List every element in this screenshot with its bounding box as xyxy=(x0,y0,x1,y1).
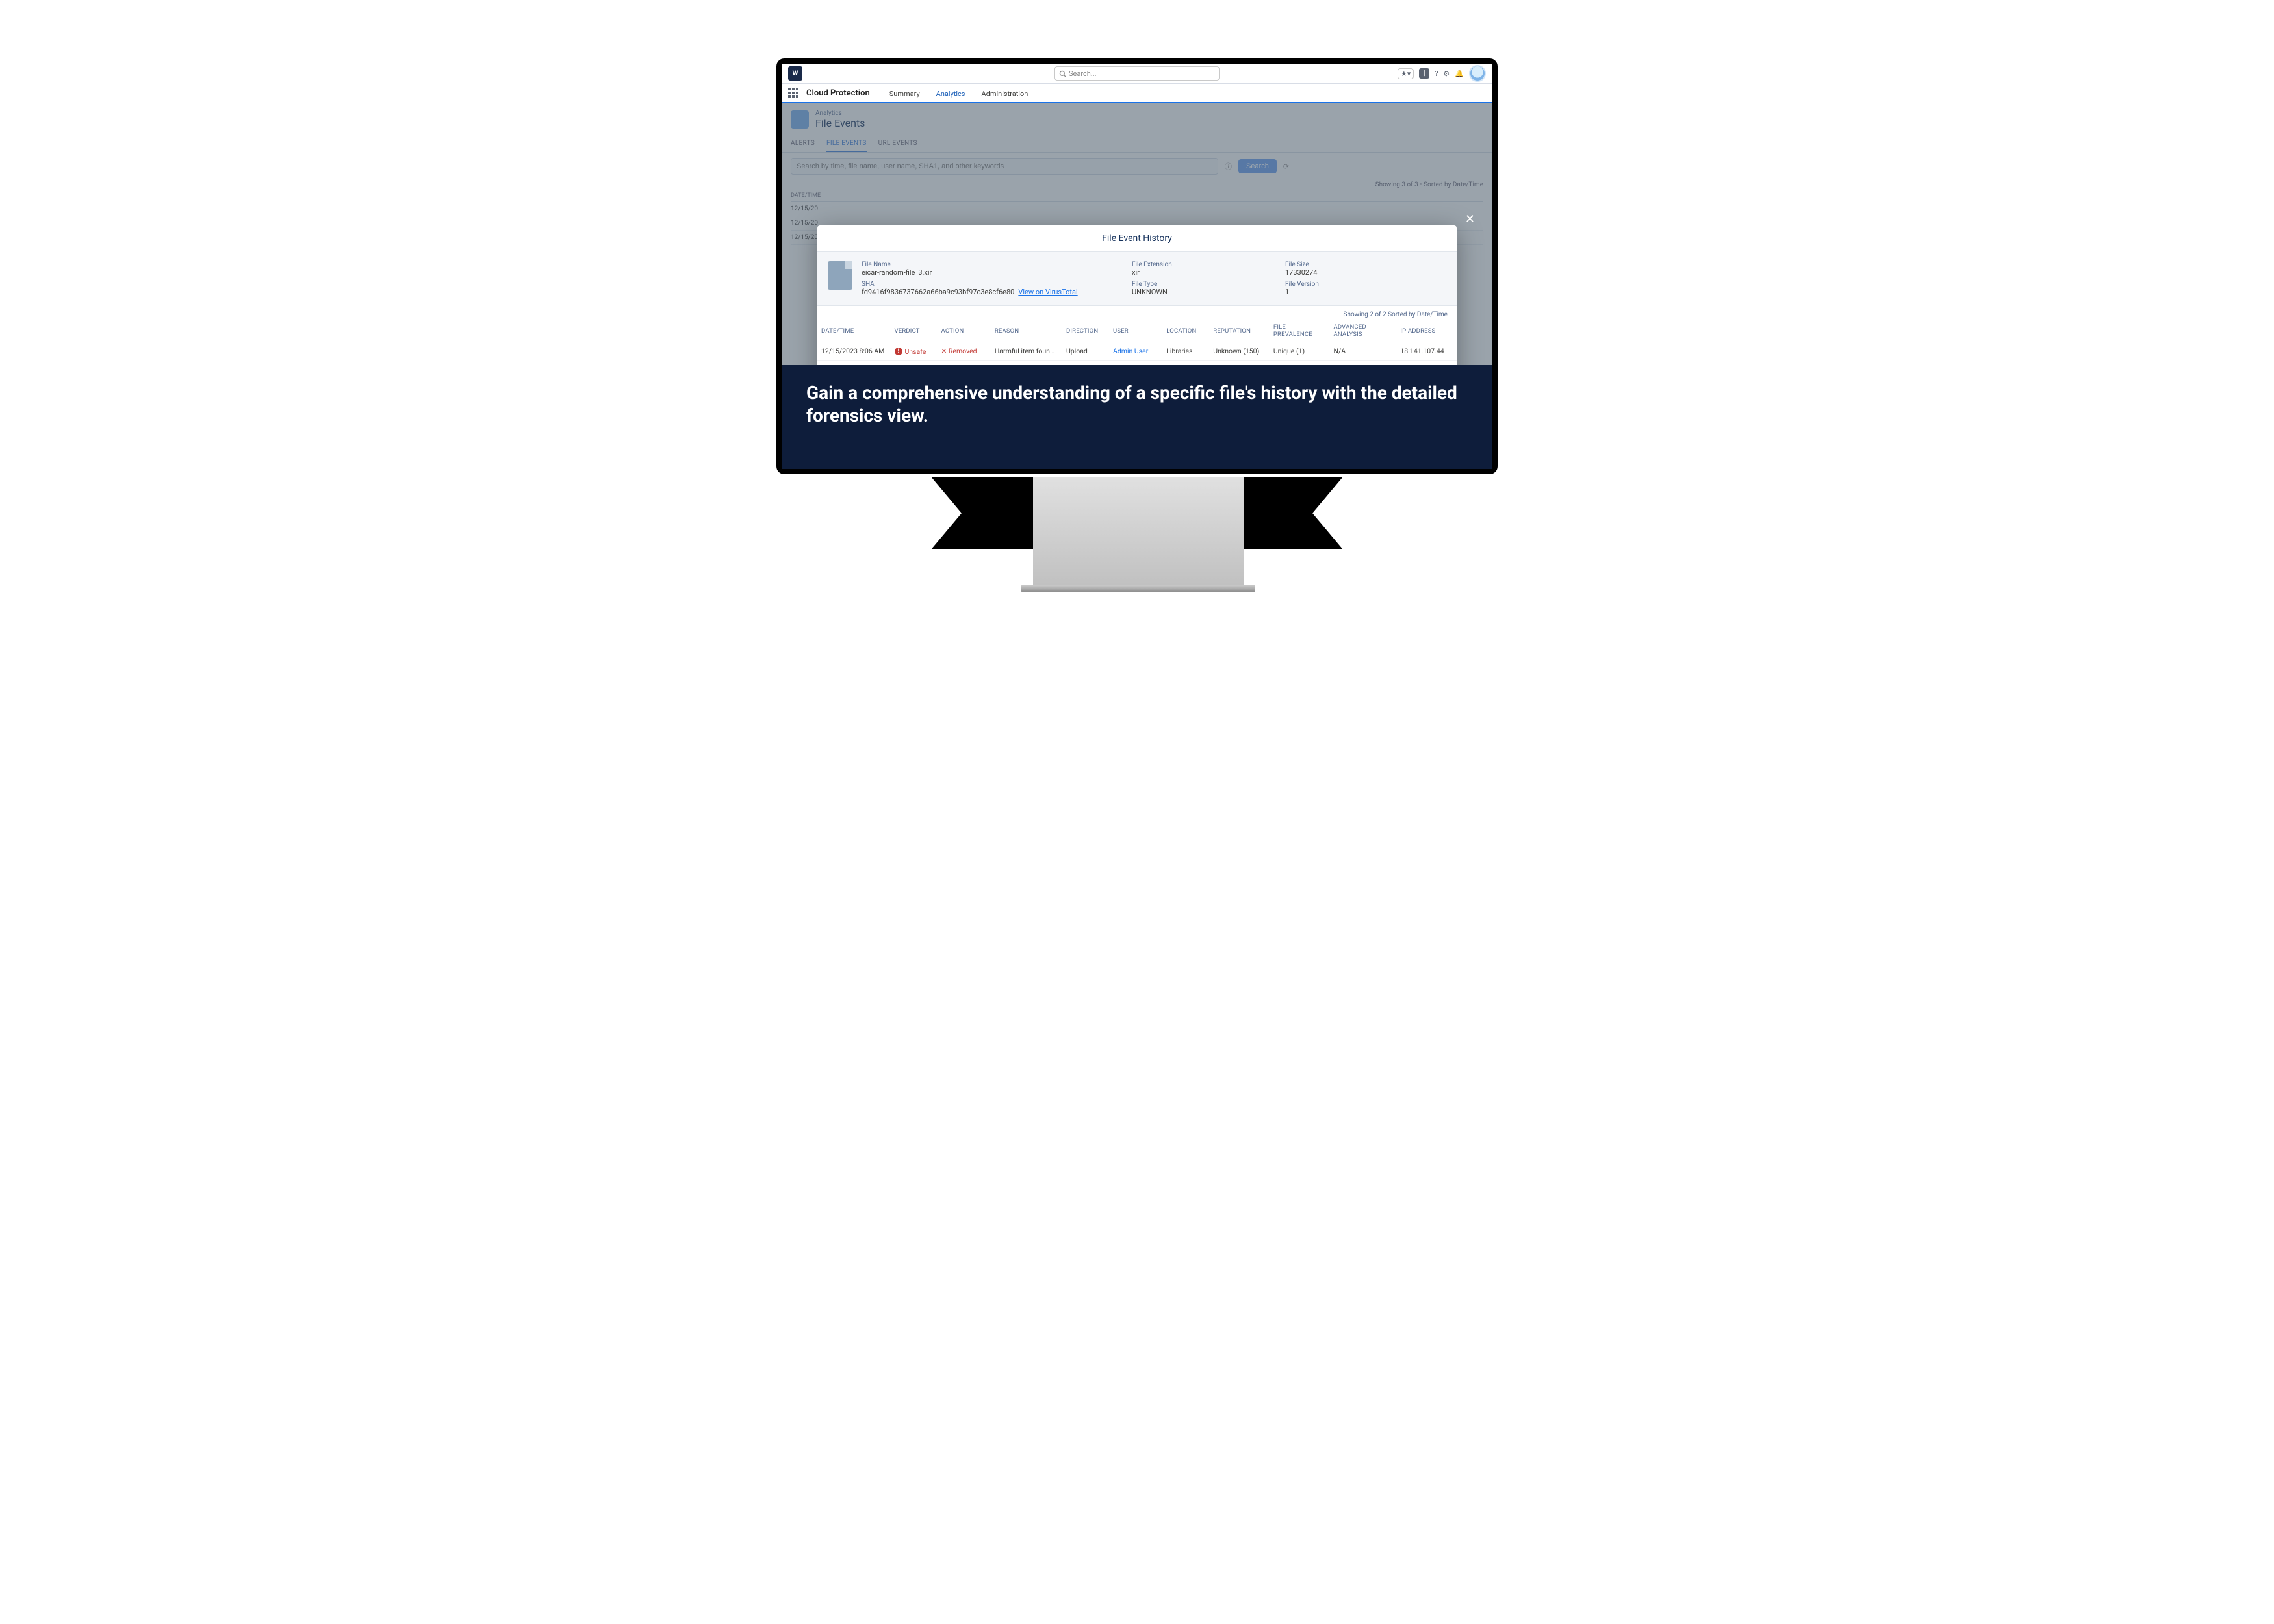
close-icon[interactable]: ✕ xyxy=(1465,212,1475,226)
col-datetime[interactable]: DATE/TIME xyxy=(817,320,891,342)
label-file-name: File Name xyxy=(862,261,1119,268)
monitor-frame: W Search... ★▾ ＋ ? ⚙ 🔔 Cloud Protection xyxy=(776,58,1498,474)
search-icon xyxy=(1059,70,1066,77)
col-location[interactable]: LOCATION xyxy=(1162,320,1209,342)
col-reputation[interactable]: REPUTATION xyxy=(1209,320,1270,342)
col-prevalence[interactable]: FILE PREVALENCE xyxy=(1270,320,1330,342)
marketing-text: Gain a comprehensive understanding of a … xyxy=(806,381,1468,427)
tab-administration[interactable]: Administration xyxy=(973,83,1036,103)
value-size: 17330274 xyxy=(1285,268,1425,277)
modal-title: File Event History xyxy=(817,225,1457,251)
value-ext: xir xyxy=(1132,268,1272,277)
col-user[interactable]: USER xyxy=(1109,320,1162,342)
favorites-button[interactable]: ★▾ xyxy=(1398,68,1414,79)
table-row[interactable]: 12/15/2023 8:06 AM!Unsafe✕ RemovedHarmfu… xyxy=(817,342,1457,361)
add-button[interactable]: ＋ xyxy=(1419,68,1429,79)
tab-analytics[interactable]: Analytics xyxy=(928,83,974,103)
app-bar: W Search... ★▾ ＋ ? ⚙ 🔔 xyxy=(782,64,1492,84)
virustotal-link[interactable]: View on VirusTotal xyxy=(1018,288,1077,296)
help-icon[interactable]: ? xyxy=(1435,70,1438,78)
file-meta: File Name eicar-random-file_3.xir SHA fd… xyxy=(817,251,1457,306)
app-name: Cloud Protection xyxy=(806,88,870,98)
brand-logo[interactable]: W xyxy=(788,66,802,81)
value-sha: fd9416f9836737662a66ba9c93bf97c3e8cf6e80… xyxy=(862,288,1119,296)
bell-icon[interactable]: 🔔 xyxy=(1455,70,1464,78)
avatar[interactable] xyxy=(1469,65,1486,82)
gear-icon[interactable]: ⚙ xyxy=(1443,70,1450,78)
col-ip[interactable]: IP ADDRESS xyxy=(1396,320,1457,342)
value-type: UNKNOWN xyxy=(1132,288,1272,296)
file-icon xyxy=(828,261,852,290)
monitor-stand xyxy=(1033,477,1244,591)
marketing-band: Gain a comprehensive understanding of a … xyxy=(782,365,1492,469)
label-sha: SHA xyxy=(862,281,1119,288)
screen: W Search... ★▾ ＋ ? ⚙ 🔔 Cloud Protection xyxy=(782,64,1492,469)
col-advanced[interactable]: ADVANCED ANALYSIS xyxy=(1329,320,1396,342)
monitor-base xyxy=(1021,585,1255,592)
col-verdict[interactable]: VERDICT xyxy=(891,320,938,342)
col-direction[interactable]: DIRECTION xyxy=(1062,320,1109,342)
col-action[interactable]: ACTION xyxy=(938,320,991,342)
app-launcher-icon[interactable] xyxy=(788,88,798,98)
label-ext: File Extension xyxy=(1132,261,1272,268)
label-ver: File Version xyxy=(1285,281,1425,288)
history-count: Showing 2 of 2 Sorted by Date/Time xyxy=(817,306,1457,320)
global-search[interactable]: Search... xyxy=(1054,66,1220,81)
label-size: File Size xyxy=(1285,261,1425,268)
label-type: File Type xyxy=(1132,281,1272,288)
value-file-name: eicar-random-file_3.xir xyxy=(862,268,1119,277)
col-reason[interactable]: REASON xyxy=(991,320,1062,342)
value-ver: 1 xyxy=(1285,288,1425,296)
nav-row: Cloud Protection Summary Analytics Admin… xyxy=(782,84,1492,103)
tab-summary[interactable]: Summary xyxy=(882,83,928,103)
page-body: Analytics File Events ALERTS FILE EVENTS… xyxy=(782,103,1492,366)
search-placeholder: Search... xyxy=(1069,70,1097,78)
